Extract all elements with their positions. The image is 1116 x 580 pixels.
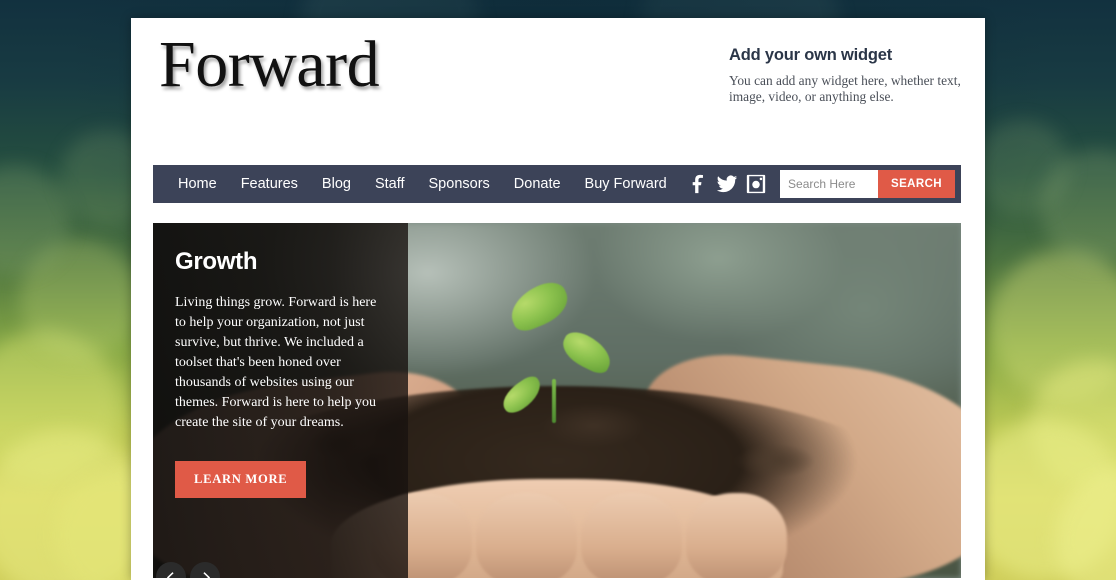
hero-description: Living things grow. Forward is here to h… xyxy=(175,295,377,431)
hero-title: Growth xyxy=(175,248,258,275)
widget-text: You can add any widget here, whether tex… xyxy=(729,73,961,105)
search-input[interactable] xyxy=(780,170,879,198)
hero-caption-panel: Growth Living things grow. Forward is he… xyxy=(153,223,408,578)
search-button[interactable]: SEARCH xyxy=(878,170,955,198)
nav-item-home[interactable]: Home xyxy=(166,176,229,192)
nav-item-blog[interactable]: Blog xyxy=(310,176,363,192)
hero-finger xyxy=(686,492,788,578)
main-navigation: Home Features Blog Staff Sponsors Donate… xyxy=(153,165,961,203)
slider-arrow-controls xyxy=(156,562,220,578)
nav-item-donate[interactable]: Donate xyxy=(502,176,573,192)
nav-item-features[interactable]: Features xyxy=(229,176,310,192)
facebook-icon[interactable] xyxy=(687,173,709,195)
hero-finger xyxy=(581,492,683,578)
chevron-left-icon xyxy=(166,571,174,578)
learn-more-button[interactable]: LEARN MORE xyxy=(175,461,307,499)
twitter-icon[interactable] xyxy=(716,173,738,195)
nav-utilities: SEARCH xyxy=(687,165,961,203)
slider-prev-button[interactable] xyxy=(156,562,186,578)
nav-item-staff[interactable]: Staff xyxy=(363,176,417,192)
widget-title: Add your own widget xyxy=(729,46,893,64)
search-form: SEARCH xyxy=(780,170,955,198)
site-header: Forward Add your own widget You can add … xyxy=(131,18,985,148)
nav-item-buy-forward[interactable]: Buy Forward xyxy=(573,176,679,192)
hero-slider: Growth Living things grow. Forward is he… xyxy=(153,223,961,578)
chevron-right-icon xyxy=(202,571,210,578)
slider-next-button[interactable] xyxy=(190,562,220,578)
hero-finger xyxy=(476,492,578,578)
hero-sprout-stem xyxy=(552,379,557,424)
nav-menu: Home Features Blog Staff Sponsors Donate… xyxy=(153,176,679,192)
nav-item-sponsors[interactable]: Sponsors xyxy=(417,176,502,192)
header-widget: Add your own widget You can add any widg… xyxy=(729,46,961,106)
instagram-icon[interactable] xyxy=(745,173,767,195)
site-container: Forward Add your own widget You can add … xyxy=(131,18,985,580)
site-logo[interactable]: Forward xyxy=(159,32,380,98)
